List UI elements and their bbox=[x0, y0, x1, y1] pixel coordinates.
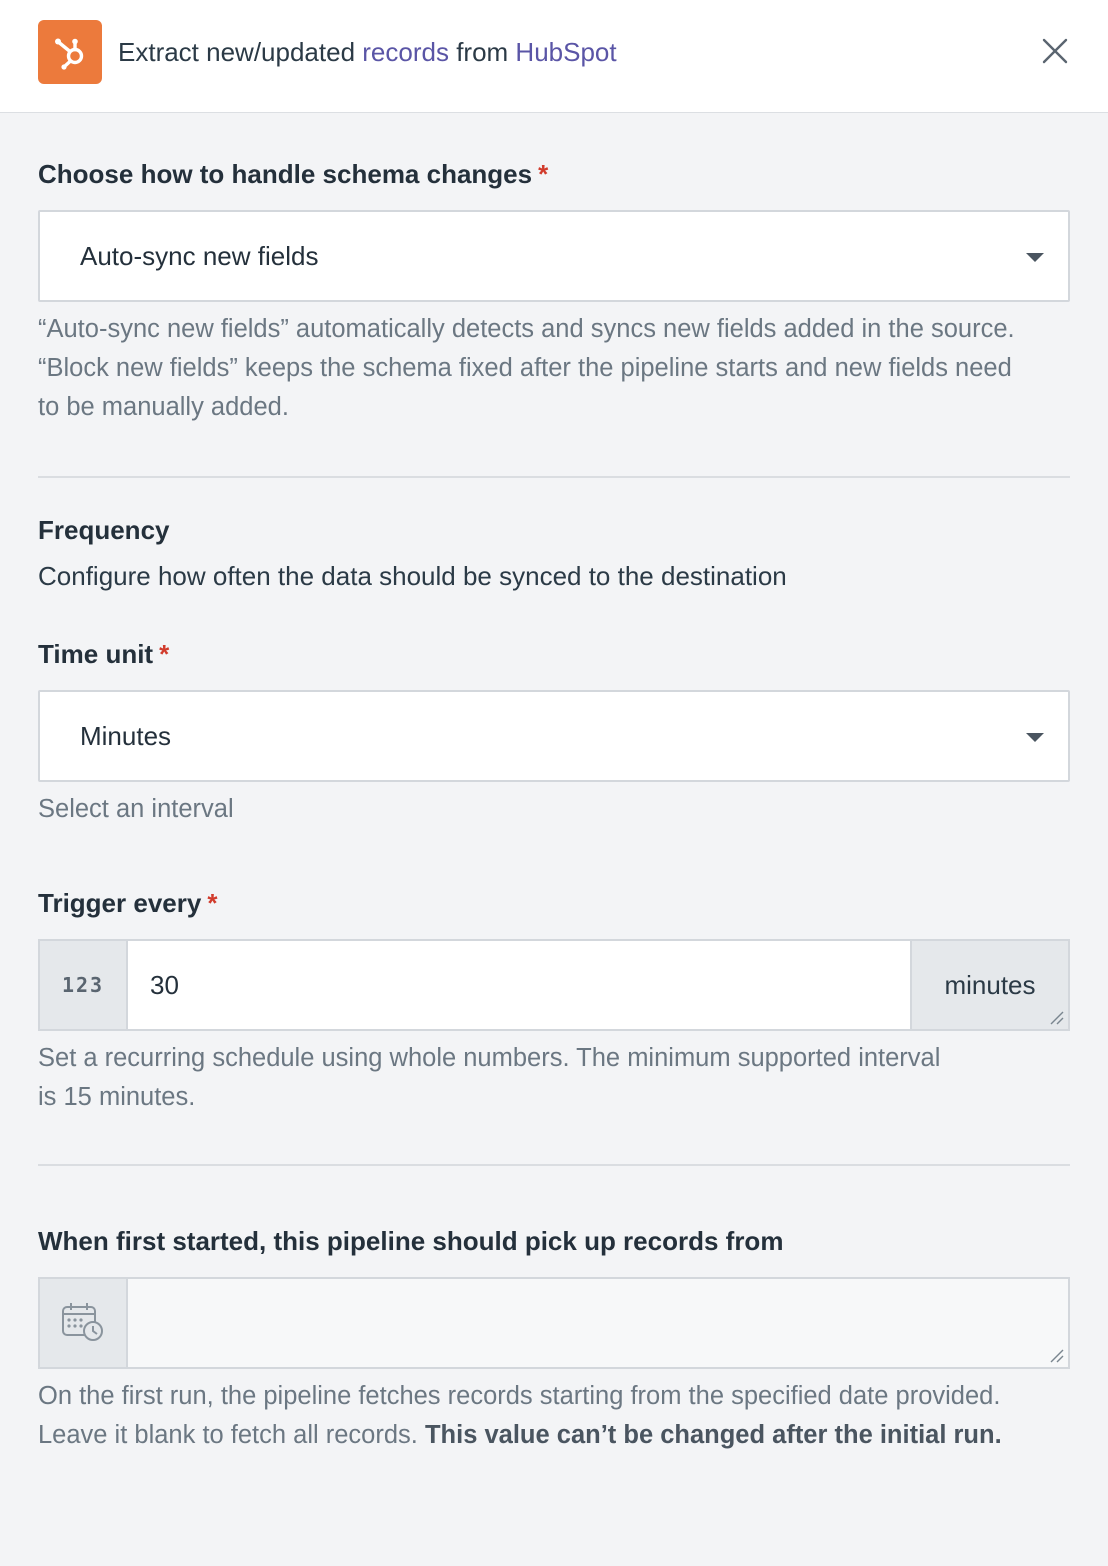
trigger-unit-text: minutes bbox=[944, 969, 1036, 1000]
start-help-regular: Leave it blank to fetch all records. bbox=[38, 1421, 425, 1449]
trigger-label: Trigger every * bbox=[38, 887, 217, 919]
time-unit-select-value: Minutes bbox=[80, 721, 172, 751]
schema-label: Choose how to handle schema changes * bbox=[38, 158, 548, 190]
close-button[interactable] bbox=[1038, 34, 1072, 68]
number-prefix-icon: 123 bbox=[40, 941, 128, 1029]
time-unit-select[interactable]: Minutes bbox=[38, 690, 1070, 782]
trigger-input-group: 123 minutes bbox=[38, 939, 1070, 1031]
start-help-bold: This value can’t be changed after the in… bbox=[424, 1421, 1002, 1449]
start-date-input[interactable] bbox=[128, 1279, 1068, 1367]
trigger-unit-suffix: minutes bbox=[910, 941, 1068, 1029]
schema-select-value: Auto-sync new fields bbox=[80, 241, 319, 271]
trigger-every-input[interactable] bbox=[128, 941, 910, 1029]
schema-select[interactable]: Auto-sync new fields bbox=[38, 210, 1070, 302]
frequency-description: Configure how often the data should be s… bbox=[38, 561, 787, 591]
schema-help-line2: “Block new fields” keeps the schema fixe… bbox=[38, 354, 1012, 382]
divider bbox=[38, 1164, 1070, 1166]
chevron-down-icon bbox=[1026, 733, 1044, 742]
trigger-help-line1: Set a recurring schedule using whole num… bbox=[38, 1044, 941, 1072]
title-prefix: Extract new/updated bbox=[118, 37, 363, 67]
time-unit-label-text: Time unit bbox=[38, 639, 154, 669]
required-mark: * bbox=[207, 888, 218, 918]
page-title: Extract new/updated records from HubSpot bbox=[118, 36, 617, 68]
start-date-input-group bbox=[38, 1277, 1070, 1369]
calendar-clock-icon bbox=[62, 1303, 103, 1341]
close-icon bbox=[1042, 38, 1068, 64]
chevron-down-icon bbox=[1026, 253, 1044, 262]
start-help-line2: Leave it blank to fetch all records. Thi… bbox=[38, 1416, 1002, 1455]
resize-grip-icon[interactable] bbox=[1048, 1009, 1064, 1025]
required-mark: * bbox=[538, 159, 549, 189]
frequency-heading: Frequency bbox=[38, 515, 170, 545]
time-unit-help: Select an interval bbox=[38, 795, 234, 823]
calendar-addon bbox=[40, 1279, 128, 1367]
required-mark: * bbox=[159, 639, 170, 669]
resize-grip-icon[interactable] bbox=[1048, 1347, 1064, 1363]
start-label: When first started, this pipeline should… bbox=[38, 1226, 784, 1256]
schema-help: “Auto-sync new fields” automatically det… bbox=[38, 310, 1015, 427]
hubspot-link[interactable]: HubSpot bbox=[515, 37, 616, 67]
records-link[interactable]: records bbox=[362, 37, 449, 67]
trigger-label-text: Trigger every bbox=[38, 888, 202, 918]
trigger-help: Set a recurring schedule using whole num… bbox=[38, 1039, 940, 1117]
start-help-line1: On the first run, the pipeline fetches r… bbox=[38, 1382, 1001, 1410]
start-help: On the first run, the pipeline fetches r… bbox=[38, 1377, 1002, 1455]
schema-help-line1: “Auto-sync new fields” automatically det… bbox=[38, 315, 1015, 343]
title-middle: from bbox=[448, 37, 516, 67]
time-unit-label: Time unit * bbox=[38, 638, 169, 670]
divider bbox=[38, 476, 1070, 478]
schema-help-line3: to be manually added. bbox=[38, 393, 289, 421]
header: Extract new/updated records from HubSpot bbox=[0, 0, 1108, 113]
schema-label-text: Choose how to handle schema changes bbox=[38, 159, 533, 189]
hubspot-logo-icon bbox=[38, 20, 102, 84]
trigger-help-line2: is 15 minutes. bbox=[38, 1083, 196, 1111]
